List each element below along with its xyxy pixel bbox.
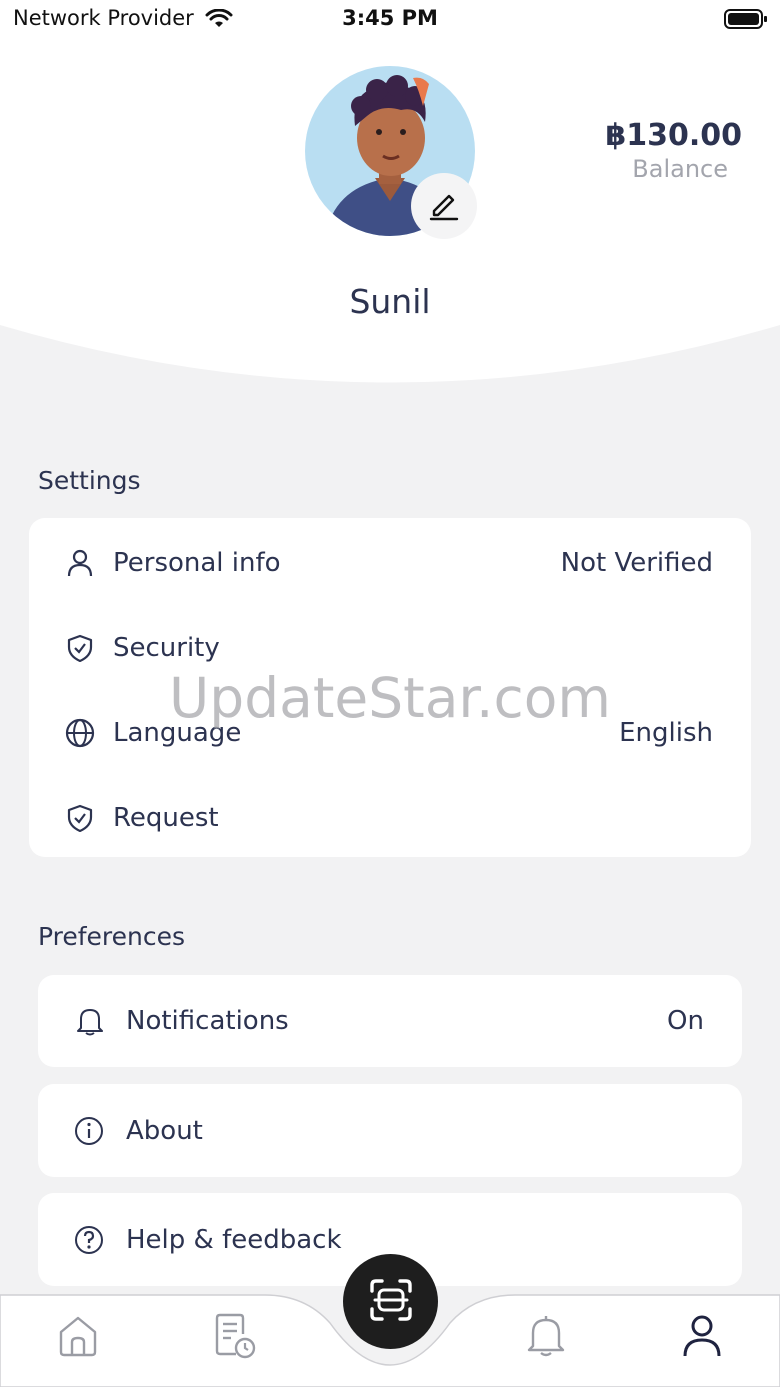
settings-item-label: Security: [113, 632, 220, 663]
preferences-item-about[interactable]: About: [38, 1084, 742, 1177]
notifications-status: On: [667, 1005, 704, 1036]
notifications-icon: [525, 1314, 567, 1362]
settings-item-label: Language: [113, 717, 242, 748]
verification-status: Not Verified: [560, 547, 713, 578]
preferences-item-label: Notifications: [126, 1005, 289, 1036]
profile-header: ฿130.00 Balance Sunil: [0, 0, 780, 390]
history-icon: [212, 1312, 258, 1364]
home-icon: [57, 1314, 99, 1362]
preferences-item-notifications[interactable]: Notifications On: [38, 975, 742, 1067]
preferences-title: Preferences: [38, 922, 186, 951]
person-icon: [65, 548, 95, 578]
balance-amount: ฿130.00: [605, 118, 742, 153]
info-icon: [74, 1116, 104, 1146]
bell-icon: [75, 1006, 105, 1036]
settings-title: Settings: [38, 466, 141, 495]
help-icon: [74, 1225, 104, 1255]
battery-icon: [724, 9, 768, 33]
settings-item-label: Request: [113, 802, 219, 833]
nav-home[interactable]: [53, 1313, 103, 1363]
settings-card: Personal info Not Verified Security Lang…: [29, 518, 751, 857]
profile-icon: [682, 1314, 722, 1362]
language-value: English: [619, 717, 713, 748]
balance-label: Balance: [632, 155, 728, 183]
pencil-icon: [427, 187, 461, 225]
nav-notifications[interactable]: [521, 1313, 571, 1363]
globe-icon: [65, 718, 95, 748]
nav-history[interactable]: [210, 1313, 260, 1363]
settings-item-language[interactable]: Language English: [29, 690, 751, 775]
status-bar: Network Provider 3:45 PM: [0, 0, 780, 40]
settings-item-security[interactable]: Security: [29, 605, 751, 690]
settings-item-personal-info[interactable]: Personal info Not Verified: [29, 520, 751, 605]
nav-profile[interactable]: [677, 1313, 727, 1363]
settings-item-request[interactable]: Request: [29, 775, 751, 860]
scan-icon: [368, 1277, 414, 1327]
preferences-item-label: About: [126, 1115, 203, 1146]
user-name: Sunil: [349, 282, 431, 321]
edit-profile-button[interactable]: [411, 173, 477, 239]
shield-check-icon: [65, 633, 95, 663]
preferences-item-label: Help & feedback: [126, 1224, 342, 1255]
clock: 3:45 PM: [342, 6, 438, 30]
settings-item-label: Personal info: [113, 547, 281, 578]
scan-button[interactable]: [343, 1254, 438, 1349]
shield-check-icon: [65, 803, 95, 833]
